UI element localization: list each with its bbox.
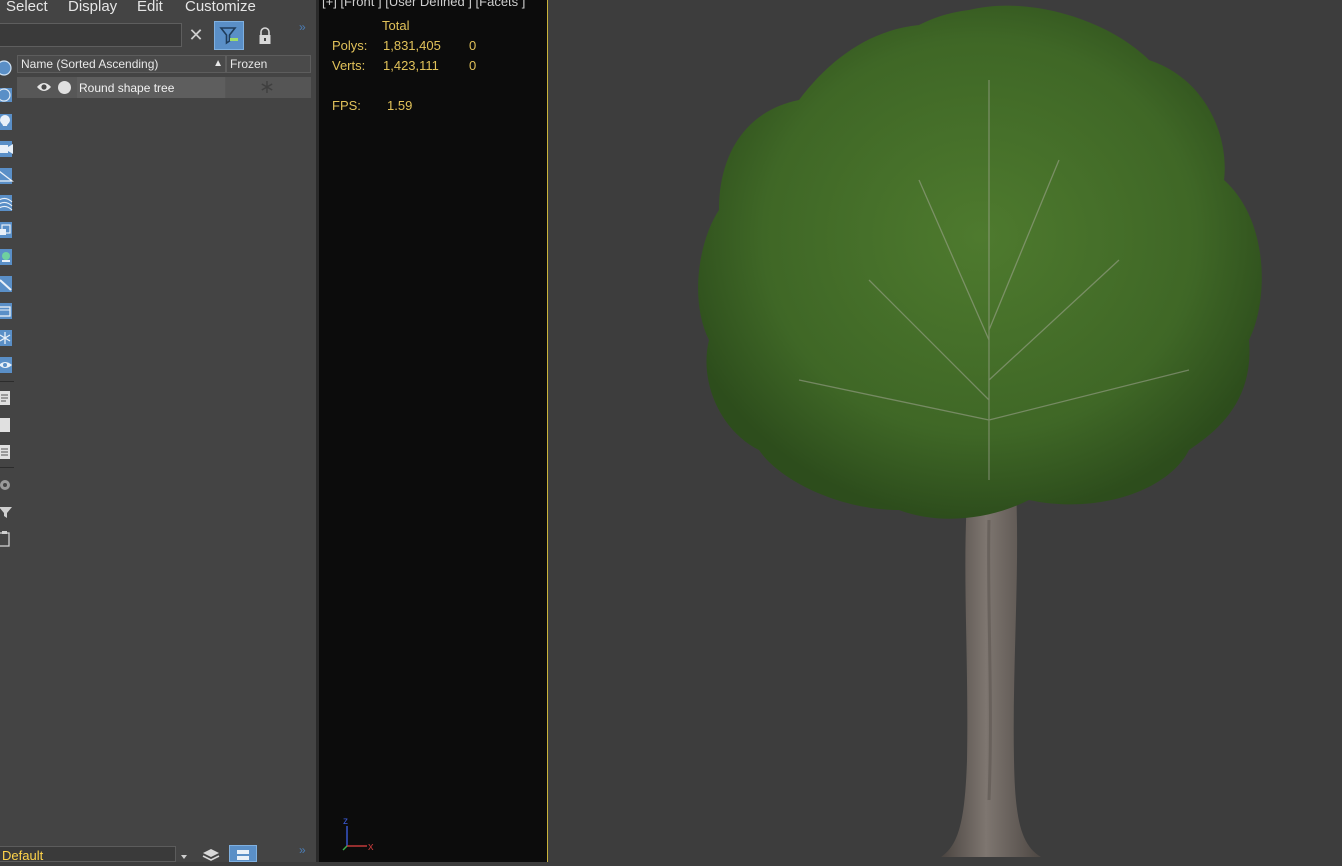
- stats-polys-label: Polys:: [332, 38, 368, 53]
- sphere-icon[interactable]: [0, 57, 14, 79]
- menu-select[interactable]: Select: [6, 0, 48, 15]
- filter-small-icon[interactable]: [0, 501, 14, 523]
- hierarchy-icon: [237, 850, 249, 860]
- search-input[interactable]: [0, 23, 182, 47]
- helper-icon[interactable]: [0, 165, 14, 187]
- stats-polys-total: 1,831,405: [383, 38, 441, 53]
- axis-gizmo: z x: [342, 816, 374, 853]
- hidden-filter-icon[interactable]: [0, 354, 14, 376]
- axis-x-label: x: [368, 841, 374, 853]
- settings-gear-icon[interactable]: [0, 474, 14, 496]
- sort-ascending-icon: ▲: [213, 58, 223, 69]
- light-icon[interactable]: [0, 111, 14, 133]
- stats-total-header: Total: [382, 18, 410, 33]
- lock-button[interactable]: [255, 25, 275, 47]
- clipboard-icon[interactable]: [0, 528, 14, 550]
- display-all-icon[interactable]: [0, 387, 14, 409]
- close-icon: ✕: [188, 25, 204, 45]
- snowflake-icon: [261, 81, 273, 93]
- stats-verts-total: 1,423,111: [383, 58, 439, 73]
- scene-explorer: Select Display Edit Customize ✕ » Name (…: [0, 0, 316, 862]
- viewport[interactable]: [+] [Front ] [User Defined ] [Facets ] T…: [319, 0, 1342, 862]
- camera-icon[interactable]: [0, 138, 14, 160]
- spacewarp-icon[interactable]: [0, 192, 14, 214]
- viewport-stats-region: [+] [Front ] [User Defined ] [Facets ] T…: [319, 0, 548, 862]
- frozen-filter-icon[interactable]: [0, 327, 14, 349]
- lock-icon: [259, 27, 271, 44]
- column-header-name[interactable]: Name (Sorted Ascending) ▲: [17, 55, 226, 73]
- column-header-frozen[interactable]: Frozen: [226, 55, 311, 73]
- menu-display[interactable]: Display: [68, 0, 117, 15]
- layers-icon[interactable]: [202, 848, 220, 862]
- display-none-icon[interactable]: [0, 414, 14, 436]
- chevron-down-icon[interactable]: [181, 851, 187, 859]
- stats-verts-label: Verts:: [332, 58, 366, 73]
- filter-icon: [219, 27, 238, 45]
- clear-search-button[interactable]: ✕: [187, 26, 205, 44]
- group-icon[interactable]: [0, 219, 14, 241]
- frozen-cell[interactable]: [226, 77, 311, 98]
- tree-model[interactable]: [669, 0, 1289, 862]
- viewport-label[interactable]: [+] [Front ] [User Defined ] [Facets ]: [322, 0, 525, 9]
- hierarchy-mode-button[interactable]: [229, 845, 257, 862]
- axis-z-label: z: [343, 816, 348, 827]
- filter-button[interactable]: [214, 21, 244, 50]
- bone-icon[interactable]: [0, 273, 14, 295]
- eye-icon[interactable]: [36, 81, 52, 93]
- render-dot-icon[interactable]: [57, 80, 72, 95]
- object-name[interactable]: Round shape tree: [77, 77, 225, 98]
- expand-chevron-icon[interactable]: »: [299, 20, 306, 34]
- stats-fps-label: FPS:: [332, 98, 361, 113]
- column-header-frozen-label: Frozen: [230, 57, 268, 71]
- layer-dropdown[interactable]: Default: [0, 846, 176, 862]
- stats-fps-value: 1.59: [387, 98, 413, 113]
- shape-icon[interactable]: [0, 84, 14, 106]
- stats-verts-selected: 0: [469, 58, 477, 73]
- display-filter-toolbar: [0, 54, 15, 554]
- menu-customize[interactable]: Customize: [185, 0, 256, 15]
- expand-chevron-bottom-icon[interactable]: »: [299, 843, 306, 857]
- invert-display-icon[interactable]: [0, 441, 14, 463]
- xref-icon[interactable]: [0, 246, 14, 268]
- stats-polys-selected: 0: [469, 38, 477, 53]
- table-row[interactable]: Round shape tree: [17, 77, 311, 98]
- menu-edit[interactable]: Edit: [137, 0, 163, 15]
- container-icon[interactable]: [0, 300, 14, 322]
- explorer-menubar: Select Display Edit Customize: [0, 0, 316, 18]
- column-header-name-label: Name (Sorted Ascending): [21, 57, 159, 71]
